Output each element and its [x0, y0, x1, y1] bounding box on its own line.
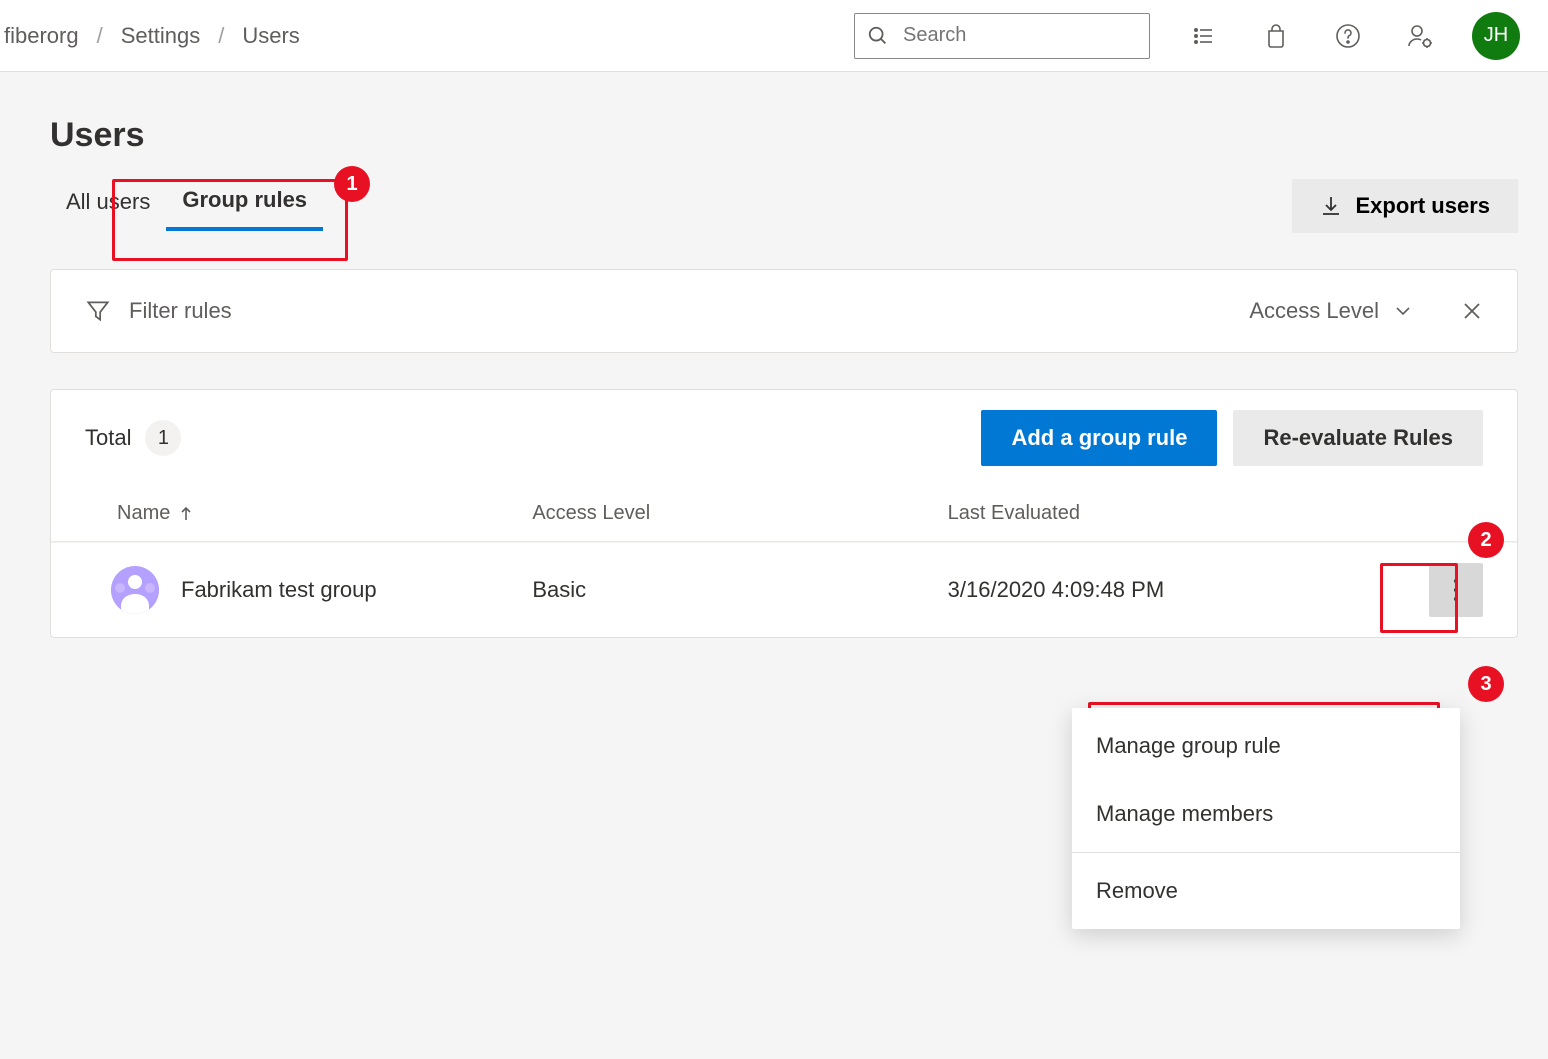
menu-remove[interactable]: Remove: [1072, 857, 1460, 925]
tab-group-rules[interactable]: Group rules: [166, 181, 323, 231]
total-count-badge: 1: [145, 420, 181, 456]
help-icon[interactable]: [1334, 22, 1362, 50]
column-name-label: Name: [117, 502, 170, 525]
more-vertical-icon: [1452, 577, 1460, 603]
page-content: Users All users Group rules Export users…: [0, 72, 1548, 1059]
export-users-label: Export users: [1356, 193, 1491, 219]
search-box[interactable]: [854, 13, 1150, 59]
column-last-evaluated[interactable]: Last Evaluated: [948, 502, 1363, 525]
breadcrumb-sep: /: [97, 23, 103, 49]
table-header: Name Access Level Last Evaluated: [51, 486, 1517, 542]
filter-placeholder[interactable]: Filter rules: [129, 298, 232, 324]
top-bar: fiberorg / Settings / Users JH: [0, 0, 1548, 72]
user-settings-icon[interactable]: [1406, 22, 1434, 50]
list-icon[interactable]: [1190, 22, 1218, 50]
sort-asc-icon: [178, 506, 194, 522]
column-access-level[interactable]: Access Level: [532, 502, 947, 525]
row-name: Fabrikam test group: [181, 577, 377, 603]
breadcrumb: fiberorg / Settings / Users: [4, 23, 300, 49]
row-access: Basic: [532, 577, 947, 603]
search-input[interactable]: [901, 23, 1170, 48]
chevron-down-icon: [1393, 301, 1413, 321]
add-group-rule-button[interactable]: Add a group rule: [981, 410, 1217, 466]
menu-manage-group-rule[interactable]: Manage group rule: [1072, 712, 1460, 780]
avatar[interactable]: JH: [1472, 12, 1520, 60]
breadcrumb-item-settings[interactable]: Settings: [121, 23, 201, 49]
breadcrumb-item-users[interactable]: Users: [242, 23, 299, 49]
rules-panel: Total 1 Add a group rule Re-evaluate Rul…: [50, 389, 1518, 638]
reevaluate-rules-button[interactable]: Re-evaluate Rules: [1233, 410, 1483, 466]
tab-all-users[interactable]: All users: [50, 183, 166, 229]
shopping-bag-icon[interactable]: [1262, 22, 1290, 50]
row-evaluated: 3/16/2020 4:09:48 PM: [948, 577, 1363, 603]
group-icon: [111, 566, 159, 614]
tab-row: All users Group rules Export users: [50, 179, 1518, 233]
filter-column-label: Access Level: [1249, 298, 1379, 324]
filter-bar: Filter rules Access Level: [50, 269, 1518, 353]
column-name[interactable]: Name: [117, 502, 532, 525]
table-row[interactable]: Fabrikam test group Basic 3/16/2020 4:09…: [51, 542, 1517, 637]
download-icon: [1320, 195, 1342, 217]
export-users-button[interactable]: Export users: [1292, 179, 1519, 233]
panel-header: Total 1 Add a group rule Re-evaluate Rul…: [51, 390, 1517, 486]
annotation-dot-3: 3: [1468, 666, 1504, 702]
menu-divider: [1072, 852, 1460, 853]
filter-column-dropdown[interactable]: Access Level: [1249, 298, 1413, 324]
filter-icon: [85, 298, 111, 324]
menu-manage-members[interactable]: Manage members: [1072, 780, 1460, 848]
search-icon: [867, 25, 889, 47]
row-more-button[interactable]: [1429, 563, 1483, 617]
breadcrumb-sep: /: [218, 23, 224, 49]
header-icons: [1190, 22, 1434, 50]
page-title: Users: [50, 116, 1518, 155]
clear-filter-icon[interactable]: [1461, 300, 1483, 322]
row-context-menu: Manage group rule Manage members Remove: [1072, 708, 1460, 929]
total-label: Total: [85, 425, 131, 451]
breadcrumb-item-org[interactable]: fiberorg: [4, 23, 79, 49]
